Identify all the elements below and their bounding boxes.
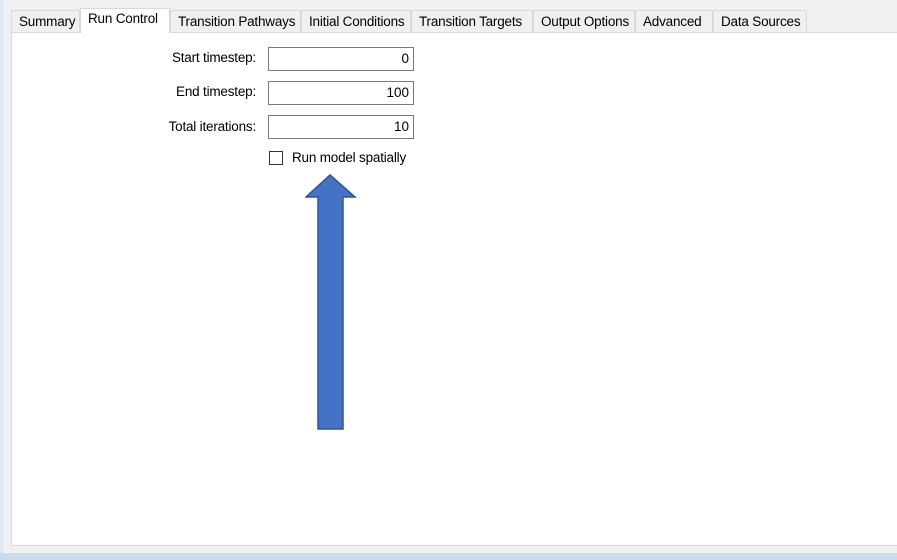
tab-advanced[interactable]: Advanced xyxy=(635,10,713,32)
run-control-panel: Start timestep: 0 End timestep: 100 Tota… xyxy=(11,32,897,546)
run-spatially-checkbox[interactable] xyxy=(269,151,283,165)
tab-strip: Summary Run Control Transition Pathways … xyxy=(11,8,897,33)
tab-transition-targets[interactable]: Transition Targets xyxy=(411,10,533,32)
tab-transition-pathways[interactable]: Transition Pathways xyxy=(170,10,301,32)
up-arrow-icon xyxy=(305,174,357,430)
tab-output-options[interactable]: Output Options xyxy=(533,10,635,32)
total-iterations-input[interactable]: 10 xyxy=(268,115,414,139)
window-bottom-border xyxy=(0,553,897,560)
tab-run-control[interactable]: Run Control xyxy=(80,8,170,33)
tab-summary[interactable]: Summary xyxy=(11,10,80,32)
window: Summary Run Control Transition Pathways … xyxy=(0,0,897,560)
tab-data-sources[interactable]: Data Sources xyxy=(713,10,807,32)
end-timestep-label: End timestep: xyxy=(176,84,256,99)
start-timestep-input[interactable]: 0 xyxy=(268,47,414,71)
tab-initial-conditions[interactable]: Initial Conditions xyxy=(301,10,411,32)
start-timestep-label: Start timestep: xyxy=(171,50,256,65)
run-spatially-label[interactable]: Run model spatially xyxy=(292,150,406,165)
end-timestep-input[interactable]: 100 xyxy=(268,81,414,105)
total-iterations-label: Total iterations: xyxy=(168,119,257,134)
